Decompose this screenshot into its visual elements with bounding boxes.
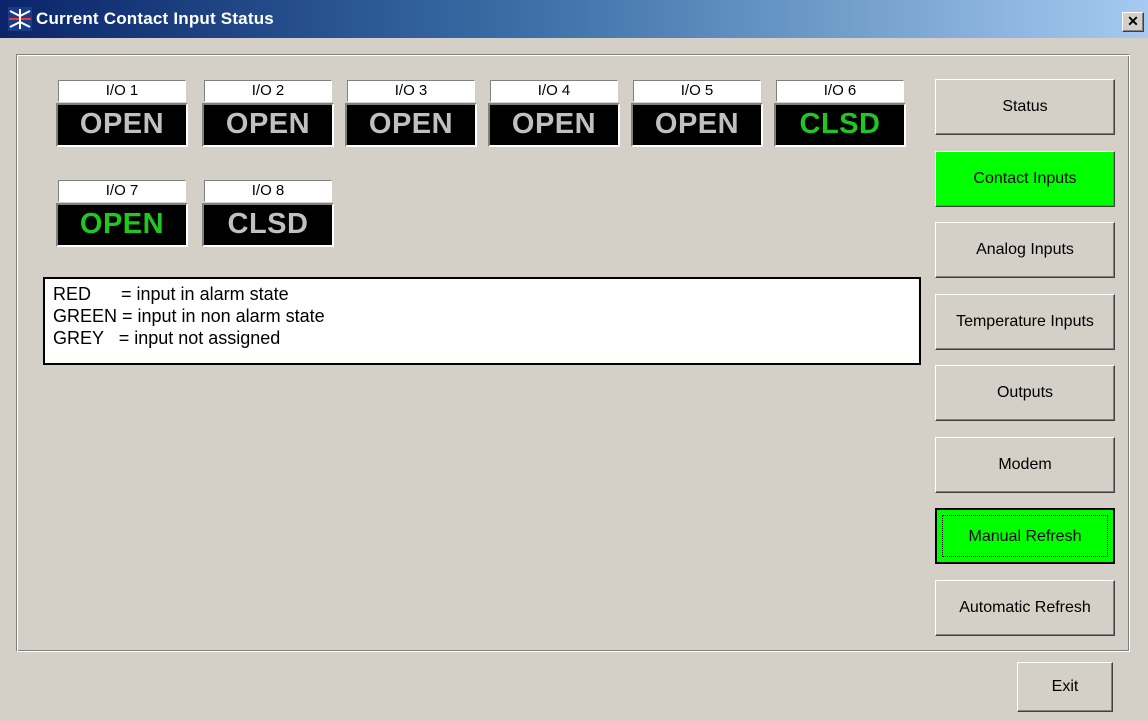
io-state-indicator: CLSD [202,203,334,247]
io-tile-5: I/O 5 OPEN [631,78,763,148]
io-label: I/O 8 [204,180,332,202]
io-state-indicator: OPEN [56,203,188,247]
io-tile-4: I/O 4 OPEN [488,78,620,148]
status-button[interactable]: Status [935,79,1115,135]
io-label: I/O 7 [58,180,186,202]
legend-grey-line: GREY = input not assigned [53,328,281,348]
automatic-refresh-button[interactable]: Automatic Refresh [935,580,1115,636]
outputs-button[interactable]: Outputs [935,365,1115,421]
close-button[interactable]: ✕ [1122,12,1144,32]
color-legend: RED = input in alarm state GREEN = input… [43,277,921,365]
io-label: I/O 1 [58,80,186,102]
legend-red-line: RED = input in alarm state [53,284,289,304]
io-label: I/O 3 [347,80,475,102]
exit-button[interactable]: Exit [1017,662,1113,712]
manual-refresh-button-label: Manual Refresh [968,528,1082,545]
io-state-indicator: OPEN [56,103,188,147]
contact-input-status-window: Current Contact Input Status ✕ I/O 1 OPE… [0,0,1148,721]
io-tile-1: I/O 1 OPEN [56,78,188,148]
contact-inputs-button-label: Contact Inputs [973,170,1077,187]
analog-inputs-button[interactable]: Analog Inputs [935,222,1115,278]
io-label: I/O 4 [490,80,618,102]
io-state-indicator: OPEN [488,103,620,147]
io-tile-7: I/O 7 OPEN [56,178,188,248]
io-state-indicator: OPEN [202,103,334,147]
io-tile-2: I/O 2 OPEN [202,78,334,148]
window-title: Current Contact Input Status [36,9,274,28]
io-label: I/O 6 [776,80,904,102]
outputs-button-label: Outputs [996,384,1054,401]
temperature-inputs-button-label: Temperature Inputs [956,313,1094,330]
legend-green-line: GREEN = input in non alarm state [53,306,325,326]
status-button-label: Status [1002,98,1048,115]
io-state-indicator: OPEN [631,103,763,147]
modem-button[interactable]: Modem [935,437,1115,493]
io-label: I/O 5 [633,80,761,102]
io-tile-6: I/O 6 CLSD [774,78,906,148]
io-state-indicator: CLSD [774,103,906,147]
automatic-refresh-button-label: Automatic Refresh [959,599,1091,616]
modem-button-label: Modem [998,456,1052,473]
io-tile-3: I/O 3 OPEN [345,78,477,148]
contact-inputs-button[interactable]: Contact Inputs [935,151,1115,207]
manual-refresh-button[interactable]: Manual Refresh [935,508,1115,564]
close-icon: ✕ [1127,13,1139,29]
io-tile-8: I/O 8 CLSD [202,178,334,248]
io-label: I/O 2 [204,80,332,102]
analog-inputs-button-label: Analog Inputs [976,241,1074,258]
temperature-inputs-button[interactable]: Temperature Inputs [935,294,1115,350]
exit-button-label: Exit [1051,678,1079,695]
io-state-indicator: OPEN [345,103,477,147]
title-bar[interactable]: Current Contact Input Status ✕ [0,0,1148,38]
app-icon [8,7,32,31]
